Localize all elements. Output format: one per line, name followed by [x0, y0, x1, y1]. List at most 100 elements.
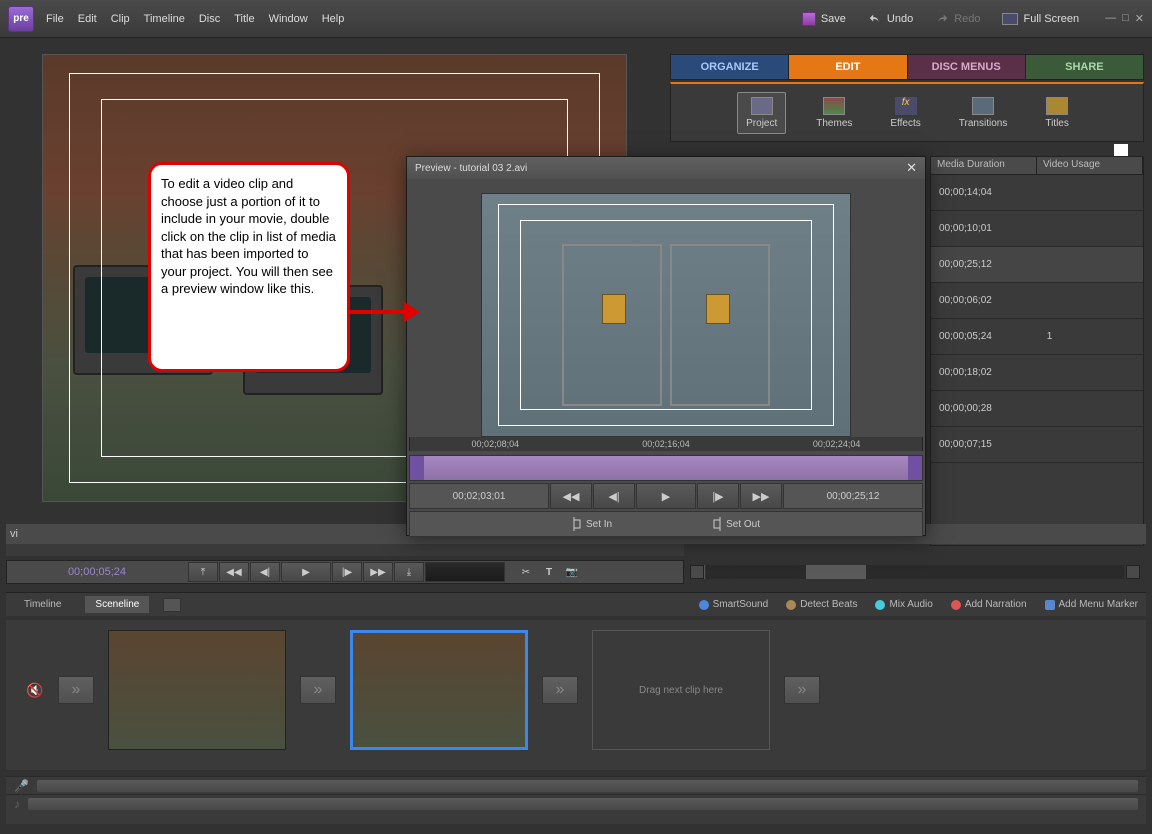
transition-slot[interactable]: »	[58, 676, 94, 704]
menu-clip[interactable]: Clip	[111, 13, 130, 25]
preview-play[interactable]: ▶	[636, 483, 696, 509]
transitions-icon	[972, 97, 994, 115]
preview-tc-duration: 00;00;25;12	[783, 483, 923, 509]
tab-disc-menus[interactable]: DISC MENUS	[908, 55, 1026, 79]
timeline-ruler[interactable]	[6, 544, 684, 556]
add-narration-button[interactable]: Add Narration	[951, 599, 1027, 610]
smartsound-button[interactable]: SmartSound	[699, 599, 769, 610]
scroll-left-icon[interactable]	[690, 565, 704, 579]
main-transport: 00;00;05;24 ⤒ ◀◀ ◀| ▶ |▶ ▶▶ ⤓ ✂ T 📷	[6, 560, 684, 584]
narration-track-icon[interactable]: 🎤	[14, 779, 29, 793]
titles-label: Titles	[1045, 118, 1069, 129]
title-icon[interactable]: T	[538, 562, 560, 582]
preview-ruler[interactable]: 00;02;08;04 00;02;16;04 00;02;24;04	[409, 437, 923, 451]
screen-icon	[1002, 13, 1018, 25]
preview-timeline[interactable]	[409, 455, 923, 481]
goto-in[interactable]: ⤒	[188, 562, 218, 582]
fullscreen-label: Full Screen	[1023, 13, 1079, 25]
transition-slot[interactable]: »	[542, 676, 578, 704]
col-media-duration[interactable]: Media Duration	[931, 157, 1037, 174]
save-icon	[802, 12, 816, 26]
preview-rewind[interactable]: ◀◀	[550, 483, 592, 509]
transitions-button[interactable]: Transitions	[951, 93, 1016, 133]
mic-icon	[951, 600, 961, 610]
menu-timeline[interactable]: Timeline	[144, 13, 185, 25]
mix-audio-button[interactable]: Mix Audio	[875, 599, 932, 610]
out-point-handle[interactable]	[908, 456, 922, 480]
menu-edit[interactable]: Edit	[78, 13, 97, 25]
menu-title[interactable]: Title	[234, 13, 254, 25]
rewind[interactable]: ◀◀	[219, 562, 249, 582]
undo-button[interactable]: Undo	[862, 9, 919, 29]
preview-ffwd[interactable]: ▶▶	[740, 483, 782, 509]
fullscreen-button[interactable]: Full Screen	[996, 10, 1085, 28]
clip-audio-icon[interactable]: 🔇	[26, 682, 44, 699]
scroll-thumb[interactable]	[806, 565, 866, 579]
detect-beats-button[interactable]: Detect Beats	[786, 599, 857, 610]
media-scrollbar[interactable]	[690, 560, 1140, 584]
preview-step-back[interactable]: ◀|	[593, 483, 635, 509]
effects-button[interactable]: fx Effects	[882, 93, 928, 133]
marker-icon	[1045, 600, 1055, 610]
save-label: Save	[821, 13, 846, 25]
set-in-button[interactable]: Set In	[572, 517, 612, 531]
shuttle[interactable]	[425, 562, 505, 582]
step-fwd[interactable]: |▶	[332, 562, 362, 582]
col-video-usage[interactable]: Video Usage	[1037, 157, 1143, 174]
freeze-frame-icon[interactable]: 📷	[561, 562, 583, 582]
tutorial-callout: To edit a video clip and choose just a p…	[148, 162, 350, 372]
window-minimize[interactable]: —	[1105, 12, 1116, 25]
narration-track[interactable]	[37, 780, 1138, 792]
edit-toolbar: Project Themes fx Effects Transitions Ti…	[670, 82, 1144, 142]
tab-share[interactable]: SHARE	[1026, 55, 1143, 79]
preview-step-fwd[interactable]: |▶	[697, 483, 739, 509]
window-close[interactable]: ✕	[1135, 12, 1144, 25]
project-button[interactable]: Project	[737, 92, 786, 134]
media-row[interactable]: 00;00;18;02	[931, 355, 1143, 391]
titles-button[interactable]: Titles	[1037, 93, 1077, 133]
view-options-icon[interactable]	[163, 598, 181, 612]
media-row[interactable]: 00;00;14;04	[931, 175, 1143, 211]
media-row[interactable]: 00;00;00;28	[931, 391, 1143, 427]
menu-help[interactable]: Help	[322, 13, 345, 25]
menu-file[interactable]: File	[46, 13, 64, 25]
media-row[interactable]: 00;00;05;241	[931, 319, 1143, 355]
play[interactable]: ▶	[281, 562, 331, 582]
set-out-button[interactable]: Set Out	[712, 517, 760, 531]
timeline-tab[interactable]: Timeline	[14, 596, 71, 613]
media-row[interactable]: 00;00;07;15	[931, 427, 1143, 463]
scroll-right-icon[interactable]	[1126, 565, 1140, 579]
menu-disc[interactable]: Disc	[199, 13, 220, 25]
step-back[interactable]: ◀|	[250, 562, 280, 582]
split-clip-icon[interactable]: ✂	[515, 562, 537, 582]
clip-label-fragment: vi	[10, 528, 18, 540]
menu-window[interactable]: Window	[269, 13, 308, 25]
in-point-handle[interactable]	[410, 456, 424, 480]
sceneline-tab[interactable]: Sceneline	[85, 596, 149, 613]
media-row[interactable]: 00;00;10;01	[931, 211, 1143, 247]
tab-edit[interactable]: EDIT	[789, 55, 907, 79]
media-row[interactable]: 00;00;25;12	[931, 247, 1143, 283]
goto-out[interactable]: ⤓	[394, 562, 424, 582]
transition-slot[interactable]: »	[300, 676, 336, 704]
save-button[interactable]: Save	[796, 9, 852, 29]
mix-icon	[875, 600, 885, 610]
ffwd[interactable]: ▶▶	[363, 562, 393, 582]
preview-close-icon[interactable]: ✕	[906, 160, 917, 176]
effects-icon: fx	[895, 97, 917, 115]
storyboard-clip[interactable]	[108, 630, 286, 750]
themes-button[interactable]: Themes	[808, 93, 860, 133]
soundtrack[interactable]	[28, 798, 1138, 810]
transitions-label: Transitions	[959, 118, 1008, 129]
add-menu-marker-button[interactable]: Add Menu Marker	[1045, 599, 1138, 610]
redo-button[interactable]: Redo	[929, 9, 986, 29]
menu-bar: File Edit Clip Timeline Disc Title Windo…	[46, 13, 344, 25]
soundtrack-icon[interactable]: ♪	[14, 797, 20, 811]
tab-organize[interactable]: ORGANIZE	[671, 55, 789, 79]
transition-slot[interactable]: »	[784, 676, 820, 704]
storyboard-clip-selected[interactable]	[350, 630, 528, 750]
drop-zone[interactable]: Drag next clip here	[592, 630, 770, 750]
media-row[interactable]: 00;00;06;02	[931, 283, 1143, 319]
titlebar: pre File Edit Clip Timeline Disc Title W…	[0, 0, 1152, 38]
window-maximize[interactable]: □	[1122, 12, 1129, 25]
